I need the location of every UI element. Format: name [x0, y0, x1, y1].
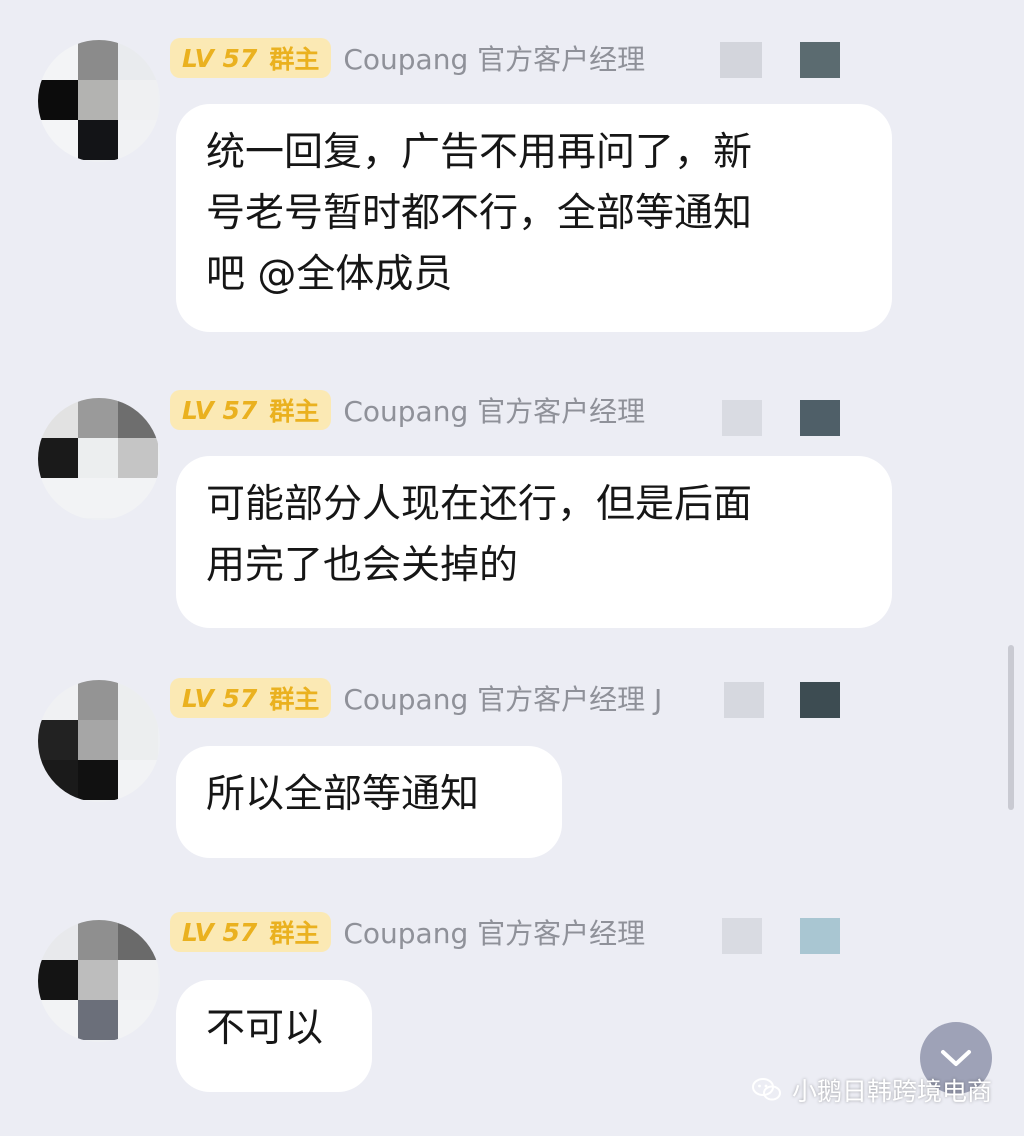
- message-bubble[interactable]: 统一回复，广告不用再问了，新 号老号暂时都不行，全部等通知 吧 @全体成员: [176, 104, 892, 332]
- avatar[interactable]: [38, 398, 160, 520]
- wechat-logo-icon: [752, 1078, 781, 1101]
- sender-name[interactable]: Coupang 官方客户经理: [343, 38, 645, 78]
- level-label: LV 57: [182, 395, 258, 425]
- chevron-down-icon: [941, 1050, 971, 1066]
- level-label: LV 57: [182, 43, 258, 73]
- role-label: 群主: [269, 397, 320, 426]
- level-label: LV 57: [182, 683, 258, 713]
- avatar[interactable]: [38, 920, 160, 1042]
- level-badge: LV 57 群主: [170, 38, 332, 78]
- watermark-text: 小鹅日韩跨境电商: [792, 1077, 993, 1106]
- sender-name[interactable]: Coupang 官方客户经理: [343, 912, 645, 952]
- sender-mosaic: [722, 918, 762, 954]
- message-meta: LV 57 群主 Coupang 官方客户经理: [170, 388, 645, 432]
- message-meta: LV 57 群主 Coupang 官方客户经理: [170, 36, 645, 80]
- sender-name[interactable]: Coupang 官方客户经理: [343, 390, 645, 430]
- role-label: 群主: [269, 45, 320, 74]
- sender-mosaic: [722, 400, 762, 436]
- message-bubble[interactable]: 可能部分人现在还行，但是后面 用完了也会关掉的: [176, 456, 892, 628]
- message-bubble[interactable]: 所以全部等通知: [176, 746, 562, 858]
- level-badge: LV 57 群主: [170, 678, 332, 718]
- role-label: 群主: [269, 685, 320, 714]
- avatar[interactable]: [38, 680, 160, 802]
- message-bubble[interactable]: 不可以: [176, 980, 372, 1092]
- sender-mosaic: [800, 400, 840, 436]
- role-label: 群主: [269, 919, 320, 948]
- sender-mosaic: [724, 682, 764, 718]
- avatar[interactable]: [38, 40, 160, 162]
- sender-mosaic: [800, 42, 840, 78]
- level-badge: LV 57 群主: [170, 390, 332, 430]
- message-meta: LV 57 群主 Coupang 官方客户经理: [170, 910, 645, 954]
- level-badge: LV 57 群主: [170, 912, 332, 952]
- sender-mosaic: [720, 42, 762, 78]
- sender-mosaic: [800, 918, 840, 954]
- sender-mosaic: [800, 682, 840, 718]
- scrollbar[interactable]: [1008, 645, 1014, 810]
- level-label: LV 57: [182, 917, 258, 947]
- sender-name[interactable]: Coupang 官方客户经理 J: [343, 678, 662, 718]
- message-meta: LV 57 群主 Coupang 官方客户经理 J: [170, 676, 662, 720]
- watermark: 小鹅日韩跨境电商: [752, 1070, 992, 1110]
